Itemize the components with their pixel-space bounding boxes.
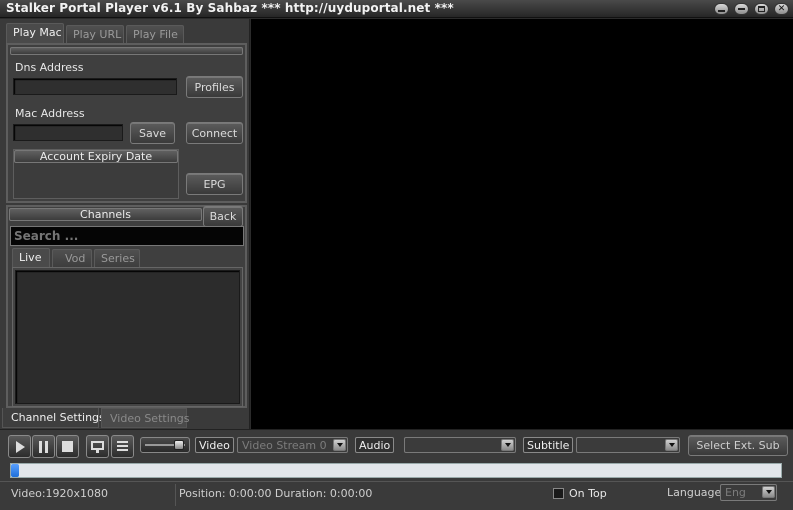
maximize-icon (758, 6, 765, 12)
chevron-down-icon (665, 439, 678, 451)
seek-thumb[interactable] (11, 464, 19, 477)
status-bar: Video:1920x1080 Position: 0:00:00 Durati… (0, 481, 793, 510)
select-external-subtitle-label: Select Ext. Sub (696, 439, 780, 452)
video-label: Video (195, 437, 234, 453)
tab-label: Live (19, 251, 42, 264)
back-button-label: Back (209, 210, 237, 223)
tab-label: Video Settings (110, 412, 190, 425)
save-button[interactable]: Save (130, 122, 175, 144)
dns-address-label: Dns Address (15, 61, 84, 74)
monitor-icon (91, 440, 104, 453)
play-icon (16, 440, 25, 453)
tab-label: Vod (65, 252, 86, 265)
channel-list-frame (12, 267, 243, 407)
dns-address-input[interactable] (13, 78, 177, 95)
playlist-button[interactable] (111, 435, 134, 458)
epg-button[interactable]: EPG (186, 173, 243, 195)
title-bar: Stalker Portal Player v6.1 By Sahbaz ***… (0, 0, 793, 18)
fullscreen-button[interactable] (86, 435, 109, 458)
on-top-label: On Top (569, 487, 607, 500)
playlist-icon (117, 440, 128, 453)
channels-title: Channels (9, 208, 202, 221)
position-duration: Position: 0:00:00 Duration: 0:00:00 (179, 487, 373, 500)
connection-panel-header (10, 47, 243, 55)
tab-play-mac[interactable]: Play Mac (6, 23, 64, 44)
chevron-down-icon (333, 439, 346, 451)
stop-icon (62, 441, 73, 452)
channels-panel: Channels Back Live Vod Series (6, 205, 247, 408)
epg-button-label: EPG (203, 177, 226, 191)
on-top-checkbox[interactable] (553, 488, 564, 499)
left-panel: Play Mac Play URL Play File Dns Address … (0, 19, 250, 429)
save-button-label: Save (138, 126, 166, 140)
channel-search-input[interactable] (10, 226, 244, 246)
close-icon: ✕ (777, 3, 786, 14)
language-select[interactable]: Eng (720, 484, 777, 501)
control-bar: Video Video Stream 0 Audio Subtitle Sele… (0, 429, 793, 481)
maximize-button[interactable] (754, 3, 769, 15)
account-expiry-box: Account Expiry Date (13, 149, 179, 199)
tab-video-settings[interactable]: Video Settings (101, 408, 190, 428)
chevron-down-icon (501, 439, 514, 451)
restore-button[interactable] (734, 3, 749, 15)
connect-button[interactable]: Connect (186, 122, 243, 144)
account-expiry-title: Account Expiry Date (14, 150, 178, 163)
mac-address-input[interactable] (13, 124, 123, 141)
audio-label: Audio (355, 437, 395, 453)
minimize-button[interactable] (714, 3, 729, 15)
minimize-to-tray-icon (738, 8, 745, 10)
tab-label: Play File (133, 28, 178, 41)
video-resolution: Video:1920x1080 (11, 487, 109, 500)
stop-button[interactable] (56, 435, 79, 458)
seek-bar[interactable] (10, 463, 782, 478)
tab-label: Play Mac (13, 26, 62, 39)
back-button[interactable]: Back (203, 206, 243, 227)
play-button[interactable] (8, 435, 31, 458)
channel-list[interactable] (15, 270, 240, 404)
profiles-button[interactable]: Profiles (186, 76, 243, 98)
minimize-icon (718, 10, 725, 12)
tab-vod[interactable]: Vod (52, 249, 92, 268)
tab-live[interactable]: Live (12, 248, 50, 268)
subtitle-label: Subtitle (523, 437, 574, 453)
subtitle-select[interactable] (576, 437, 680, 453)
volume-thumb[interactable] (173, 440, 184, 450)
audio-stream-select[interactable] (404, 437, 516, 453)
tab-label: Play URL (73, 28, 122, 41)
profiles-button-label: Profiles (194, 80, 235, 94)
tab-label: Series (101, 252, 135, 265)
connection-panel: Dns Address Profiles Mac Address Save Co… (6, 43, 247, 203)
pause-button[interactable] (32, 435, 55, 458)
tab-channel-settings[interactable]: Channel Settings (2, 408, 105, 428)
video-display[interactable] (251, 19, 793, 429)
status-divider (175, 484, 176, 506)
pause-icon (39, 440, 48, 453)
language-label: Language (667, 486, 722, 499)
tab-label: Channel Settings (11, 411, 105, 424)
language-value: Eng (725, 486, 746, 499)
select-external-subtitle-button[interactable]: Select Ext. Sub (688, 435, 788, 456)
window-title: Stalker Portal Player v6.1 By Sahbaz ***… (6, 1, 454, 15)
volume-slider[interactable] (140, 437, 190, 453)
chevron-down-icon (762, 486, 775, 498)
video-stream-value: Video Stream 0 (242, 439, 327, 452)
tab-play-url[interactable]: Play URL (66, 25, 124, 44)
close-button[interactable]: ✕ (774, 3, 789, 15)
tab-play-file[interactable]: Play File (126, 25, 184, 44)
tab-series[interactable]: Series (94, 249, 140, 268)
mac-address-label: Mac Address (15, 107, 85, 120)
connect-button-label: Connect (191, 126, 238, 140)
video-stream-select[interactable]: Video Stream 0 (237, 437, 348, 453)
